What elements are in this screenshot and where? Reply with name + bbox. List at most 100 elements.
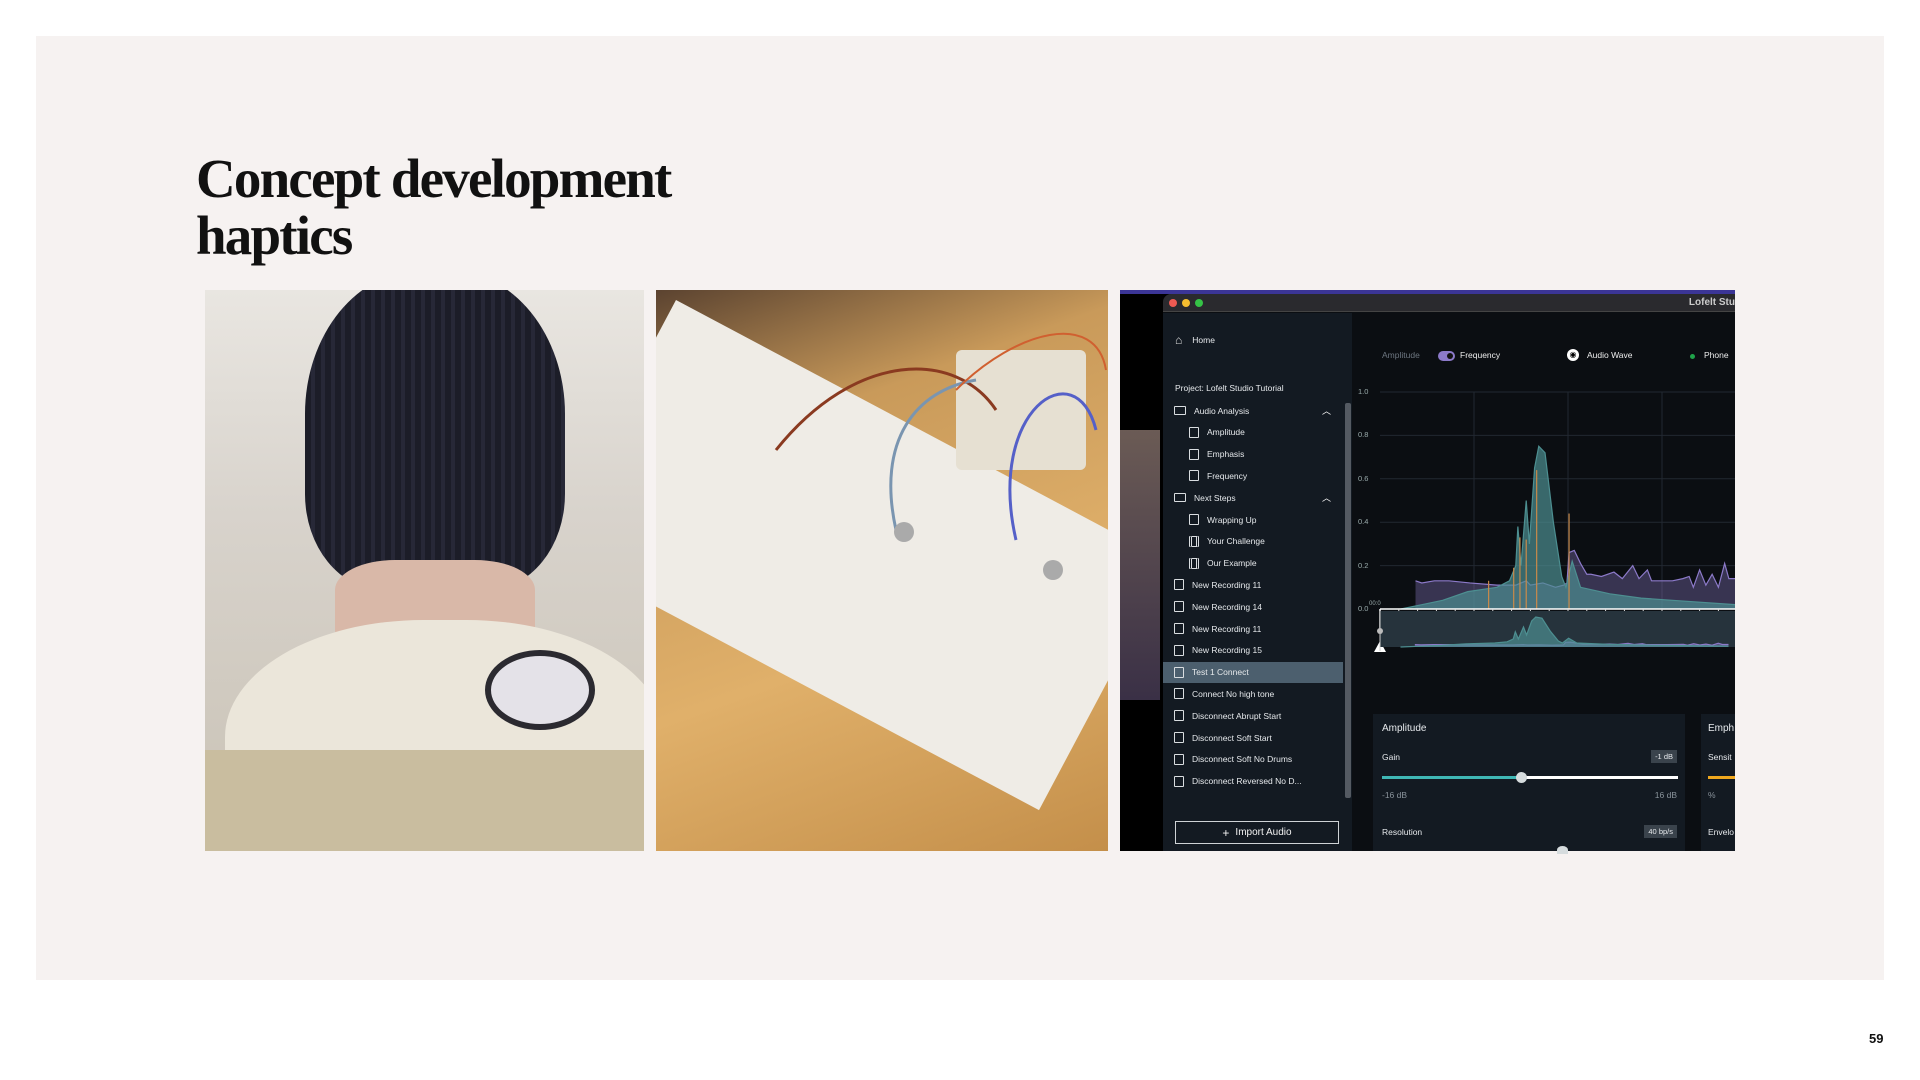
sidebar-item[interactable]: New Recording 11	[1163, 574, 1343, 595]
sidebar-item[interactable]: Disconnect Soft Start	[1163, 727, 1343, 748]
sidebar-item[interactable]: Emphasis	[1163, 444, 1343, 465]
home-icon: ⌂	[1175, 332, 1183, 347]
gain-slider[interactable]	[1382, 772, 1678, 783]
amplitude-frequency-toggle[interactable]	[1438, 351, 1455, 361]
photo-neck-haptic-wearer	[205, 290, 644, 851]
slide-title: Concept development haptics	[196, 148, 672, 266]
sidebar-item-label: Connect No high tone	[1192, 688, 1275, 699]
sidebar-item-label: Disconnect Soft Start	[1192, 732, 1272, 743]
document-icon	[1189, 448, 1199, 460]
audio-file-icon	[1174, 579, 1184, 591]
sidebar-item[interactable]: Frequency	[1163, 465, 1343, 486]
maximize-window-button[interactable]	[1195, 299, 1203, 307]
overview-playhead-knob	[1377, 628, 1383, 634]
sidebar-item-label: New Recording 11	[1192, 579, 1262, 590]
project-name: Project: Lofelt Studio Tutorial	[1175, 382, 1284, 393]
video-icon	[1189, 557, 1199, 569]
document-icon	[1189, 514, 1199, 525]
envelope-label: Envelo	[1708, 827, 1734, 837]
sidebar-item-label: Test 1 Connect	[1192, 667, 1249, 678]
home-label: Home	[1192, 334, 1215, 345]
sidebar-item-label: Emphasis	[1207, 449, 1245, 460]
sidebar-item-label: Disconnect Reversed No D...	[1192, 776, 1302, 787]
phone-status-icon	[1690, 354, 1695, 359]
sidebar-item[interactable]: Connect No high tone	[1163, 683, 1343, 704]
playhead-label: 00:0	[1369, 601, 1381, 607]
sidebar-item-label: Wrapping Up	[1207, 514, 1257, 525]
sidebar-item-label: Audio Analysis	[1194, 405, 1250, 416]
sidebar-item[interactable]: New Recording 15	[1163, 640, 1343, 661]
sidebar-item-label: Your Challenge	[1207, 536, 1265, 547]
title-line-1: Concept development	[196, 148, 672, 209]
amplitude-panel-title: Amplitude	[1382, 723, 1427, 734]
sensitivity-label: Sensit	[1708, 752, 1732, 762]
emphasis-panel: Emph Sensit % Envelo	[1701, 714, 1735, 851]
plus-icon: +	[1222, 825, 1230, 840]
audio-file-icon	[1174, 644, 1184, 656]
amplitude-mode-label: Amplitude	[1382, 350, 1420, 360]
video-icon	[1189, 535, 1199, 547]
page-number: 59	[1869, 1031, 1884, 1046]
gain-slider-handle[interactable]	[1516, 772, 1528, 783]
audio-file-icon	[1174, 710, 1184, 722]
sensitivity-slider[interactable]	[1708, 776, 1735, 779]
audio-file-icon	[1174, 601, 1184, 613]
folder-icon	[1174, 493, 1186, 503]
sidebar-item-label: New Recording 15	[1192, 645, 1262, 656]
sidebar-item[interactable]: Test 1 Connect	[1163, 661, 1343, 683]
sidebar-item[interactable]: Amplitude	[1163, 422, 1343, 443]
audio-wave-label[interactable]: Audio Wave	[1587, 350, 1633, 360]
document-icon	[1189, 426, 1199, 438]
resolution-slider-handle[interactable]	[1557, 846, 1568, 854]
wires	[774, 332, 1107, 580]
sidebar-item[interactable]: Disconnect Reversed No D...	[1163, 771, 1343, 792]
close-window-button[interactable]	[1169, 299, 1177, 307]
sidebar-item[interactable]: Our Example	[1163, 553, 1343, 574]
audio-file-icon	[1174, 775, 1184, 787]
eye-icon[interactable]: ◉	[1567, 349, 1579, 361]
photo-fabric-prototype	[656, 290, 1108, 851]
sidebar-item-label: Disconnect Soft No Drums	[1192, 754, 1293, 765]
sidebar-item-label: Amplitude	[1207, 427, 1245, 438]
import-audio-button[interactable]: + Import Audio	[1175, 821, 1339, 844]
title-line-2: haptics	[196, 205, 353, 266]
resolution-label: Resolution	[1382, 827, 1423, 837]
audio-file-icon	[1174, 753, 1184, 765]
overview-waveform[interactable]	[1374, 611, 1735, 655]
import-audio-label: Import Audio	[1235, 827, 1292, 838]
chevron-up-icon[interactable]: ︿	[1322, 404, 1331, 417]
sidebar: ⌂ Home Project: Lofelt Studio Tutorial A…	[1163, 313, 1352, 851]
audio-file-icon	[1174, 666, 1184, 678]
sidebar-item-label: New Recording 14	[1192, 601, 1262, 612]
sidebar-item[interactable]: Disconnect Abrupt Start	[1163, 705, 1343, 726]
audio-file-icon	[1174, 623, 1184, 634]
sidebar-item[interactable]: Audio Analysis ︿	[1163, 400, 1343, 421]
sidebar-item[interactable]: Disconnect Soft No Drums	[1163, 749, 1343, 770]
sidebar-item[interactable]: Your Challenge	[1163, 531, 1343, 552]
gain-label: Gain	[1382, 752, 1400, 762]
title-bar: Lofelt Stu	[1163, 294, 1735, 312]
sidebar-item[interactable]: Next Steps ︿	[1163, 487, 1343, 508]
minimize-window-button[interactable]	[1182, 299, 1190, 307]
emphasis-panel-title: Emph	[1708, 723, 1735, 734]
sidebar-item-label: Frequency	[1207, 470, 1248, 481]
chevron-up-icon[interactable]: ︿	[1322, 491, 1331, 504]
amplitude-panel: Amplitude Gain -1 dB -16 dB 16 dB Resolu…	[1373, 714, 1685, 854]
resolution-value: 40 bp/s	[1644, 825, 1677, 838]
sidebar-item[interactable]: Wrapping Up	[1163, 509, 1343, 530]
sidebar-item-label: Next Steps	[1194, 492, 1236, 503]
sidebar-home[interactable]: ⌂ Home	[1175, 329, 1355, 350]
audio-file-icon	[1174, 732, 1184, 743]
sidebar-item-label: New Recording 11	[1192, 623, 1262, 634]
sidebar-item[interactable]: New Recording 14	[1163, 596, 1343, 617]
sidebar-item-label: Our Example	[1207, 558, 1257, 569]
audio-file-icon	[1174, 688, 1184, 700]
gain-min: -16 dB	[1382, 790, 1408, 800]
sensitivity-unit: %	[1708, 790, 1716, 800]
sidebar-item[interactable]: New Recording 11	[1163, 618, 1343, 639]
sidebar-item-label: Disconnect Abrupt Start	[1192, 710, 1282, 721]
sidebar-scrollbar[interactable]	[1345, 403, 1351, 798]
window-title: Lofelt Stu	[1688, 297, 1735, 308]
phone-label[interactable]: Phone	[1704, 350, 1729, 360]
folder-icon	[1174, 406, 1186, 415]
